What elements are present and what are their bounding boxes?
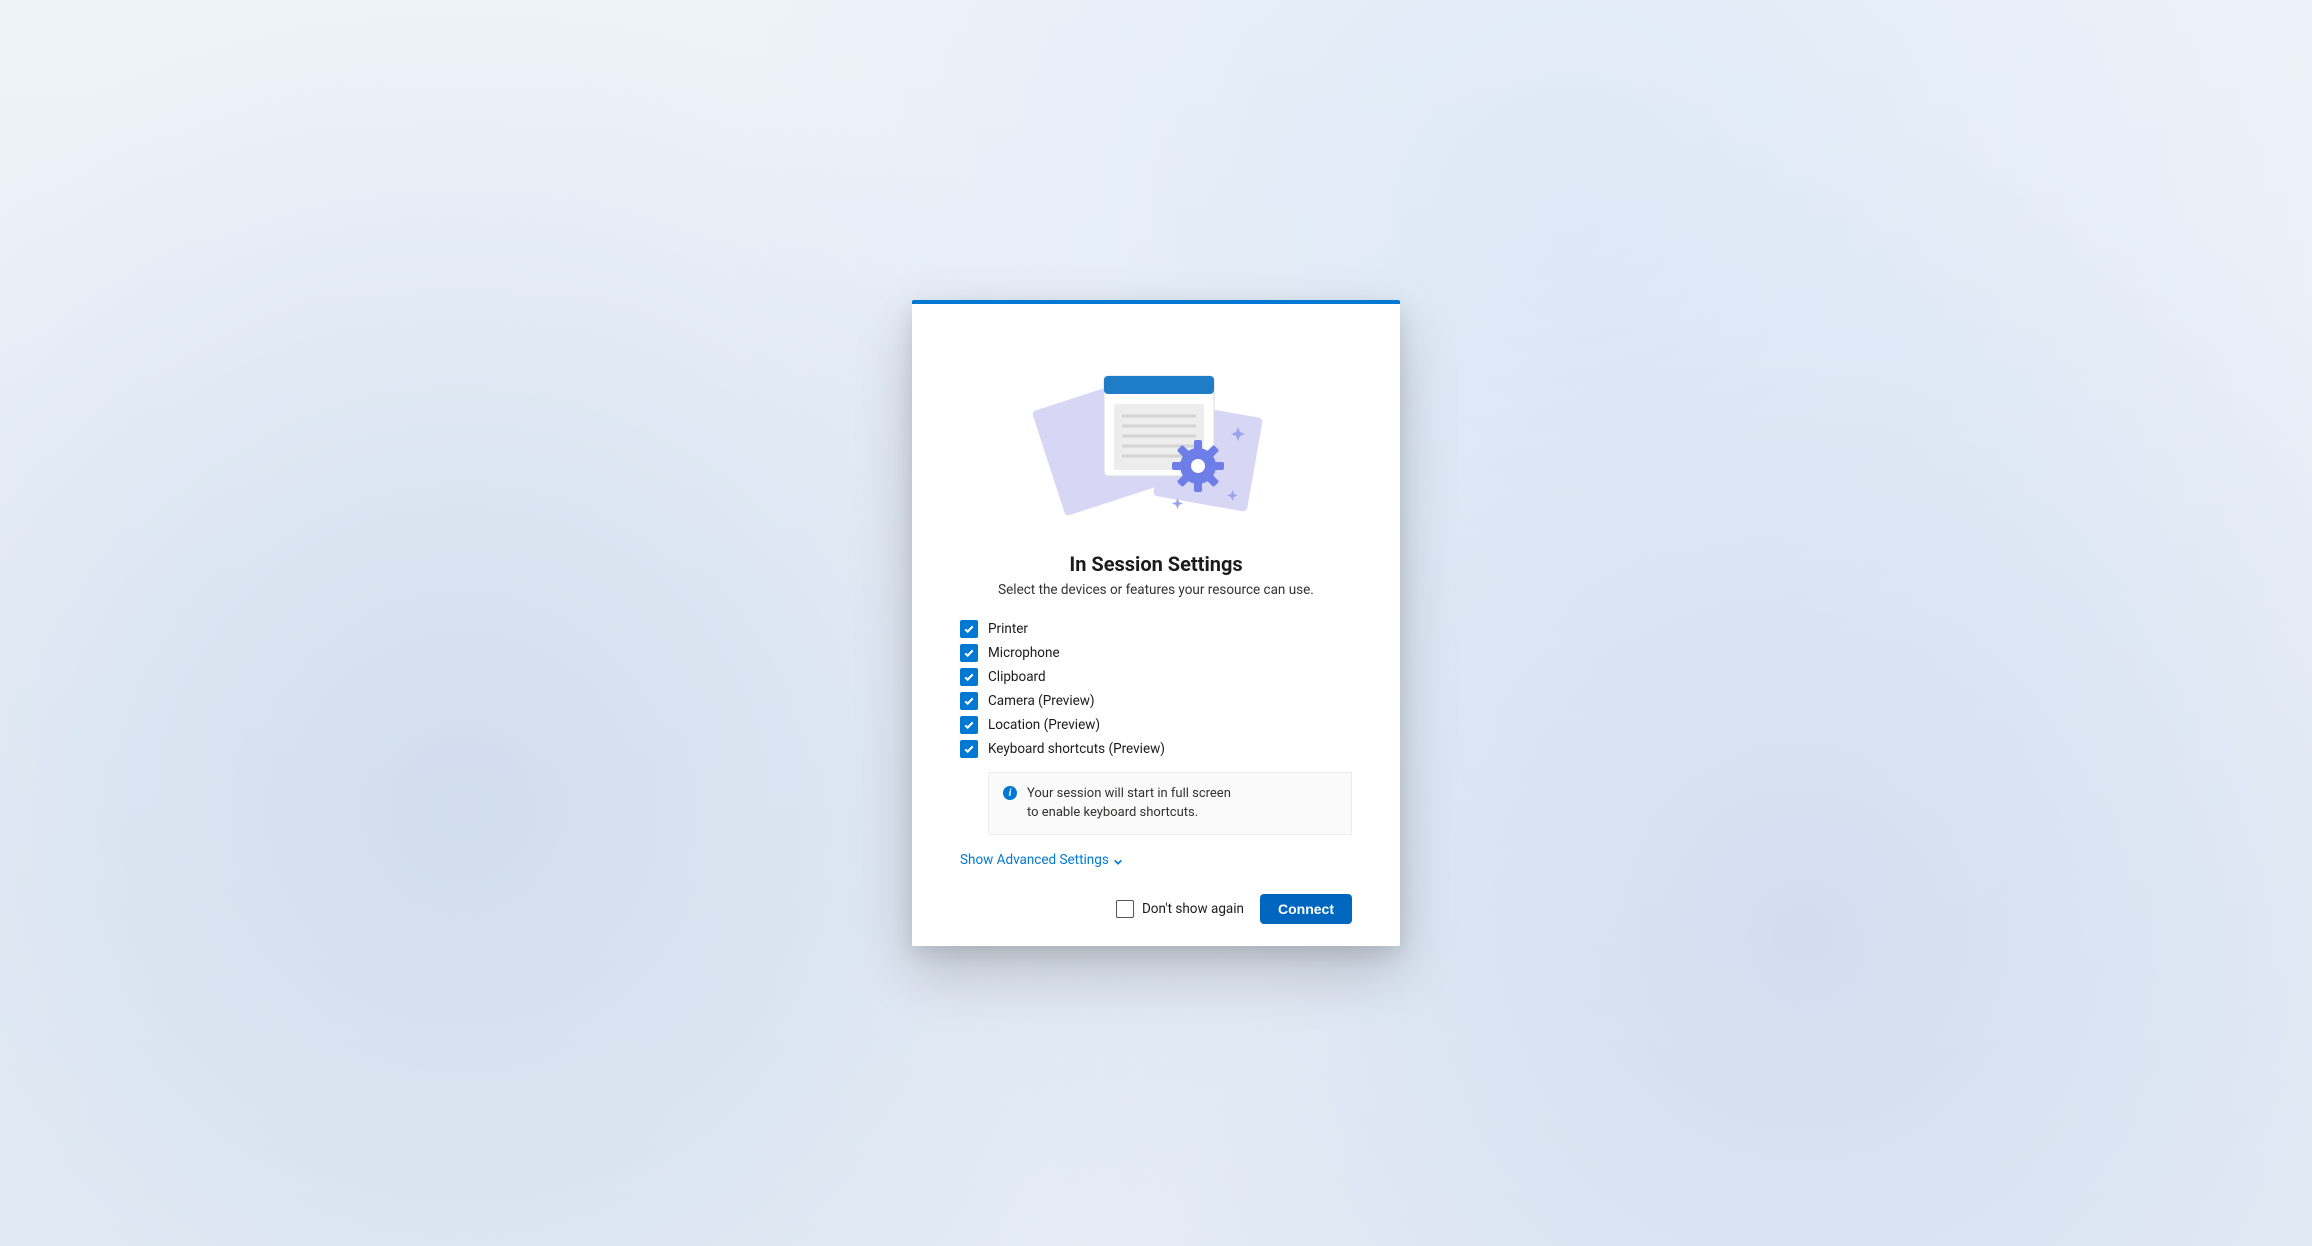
option-printer: Printer: [960, 620, 1352, 638]
dialog-title: In Session Settings: [960, 552, 1352, 576]
advanced-label: Show Advanced Settings: [960, 852, 1109, 868]
dont-show-label: Don't show again: [1142, 901, 1244, 917]
checkbox-microphone[interactable]: [960, 644, 978, 662]
checkbox-keyboard-shortcuts[interactable]: [960, 740, 978, 758]
connect-button[interactable]: Connect: [1260, 894, 1352, 924]
dialog-subtitle: Select the devices or features your reso…: [960, 582, 1352, 598]
info-text: Your session will start in full screen t…: [1027, 785, 1237, 821]
option-clipboard: Clipboard: [960, 668, 1352, 686]
dialog-footer: Don't show again Connect: [960, 894, 1352, 924]
settings-illustration: [960, 354, 1352, 524]
option-label: Clipboard: [988, 669, 1046, 685]
info-box: i Your session will start in full screen…: [988, 772, 1352, 834]
option-microphone: Microphone: [960, 644, 1352, 662]
checkbox-printer[interactable]: [960, 620, 978, 638]
in-session-settings-dialog: In Session Settings Select the devices o…: [912, 300, 1400, 945]
info-icon: i: [1003, 786, 1017, 800]
checkbox-camera[interactable]: [960, 692, 978, 710]
option-location: Location (Preview): [960, 716, 1352, 734]
options-list: Printer Microphone Clipboard Camera (Pre…: [960, 620, 1352, 758]
checkbox-clipboard[interactable]: [960, 668, 978, 686]
option-keyboard-shortcuts: Keyboard shortcuts (Preview): [960, 740, 1352, 758]
chevron-down-icon: [1113, 855, 1123, 865]
dont-show-again-option[interactable]: Don't show again: [1116, 900, 1244, 918]
option-label: Microphone: [988, 645, 1060, 661]
show-advanced-settings-link[interactable]: Show Advanced Settings: [960, 852, 1123, 868]
option-label: Printer: [988, 621, 1028, 637]
checkbox-location[interactable]: [960, 716, 978, 734]
checkbox-dont-show-again[interactable]: [1116, 900, 1134, 918]
option-label: Camera (Preview): [988, 693, 1095, 709]
option-label: Location (Preview): [988, 717, 1100, 733]
option-camera: Camera (Preview): [960, 692, 1352, 710]
option-label: Keyboard shortcuts (Preview): [988, 741, 1165, 757]
